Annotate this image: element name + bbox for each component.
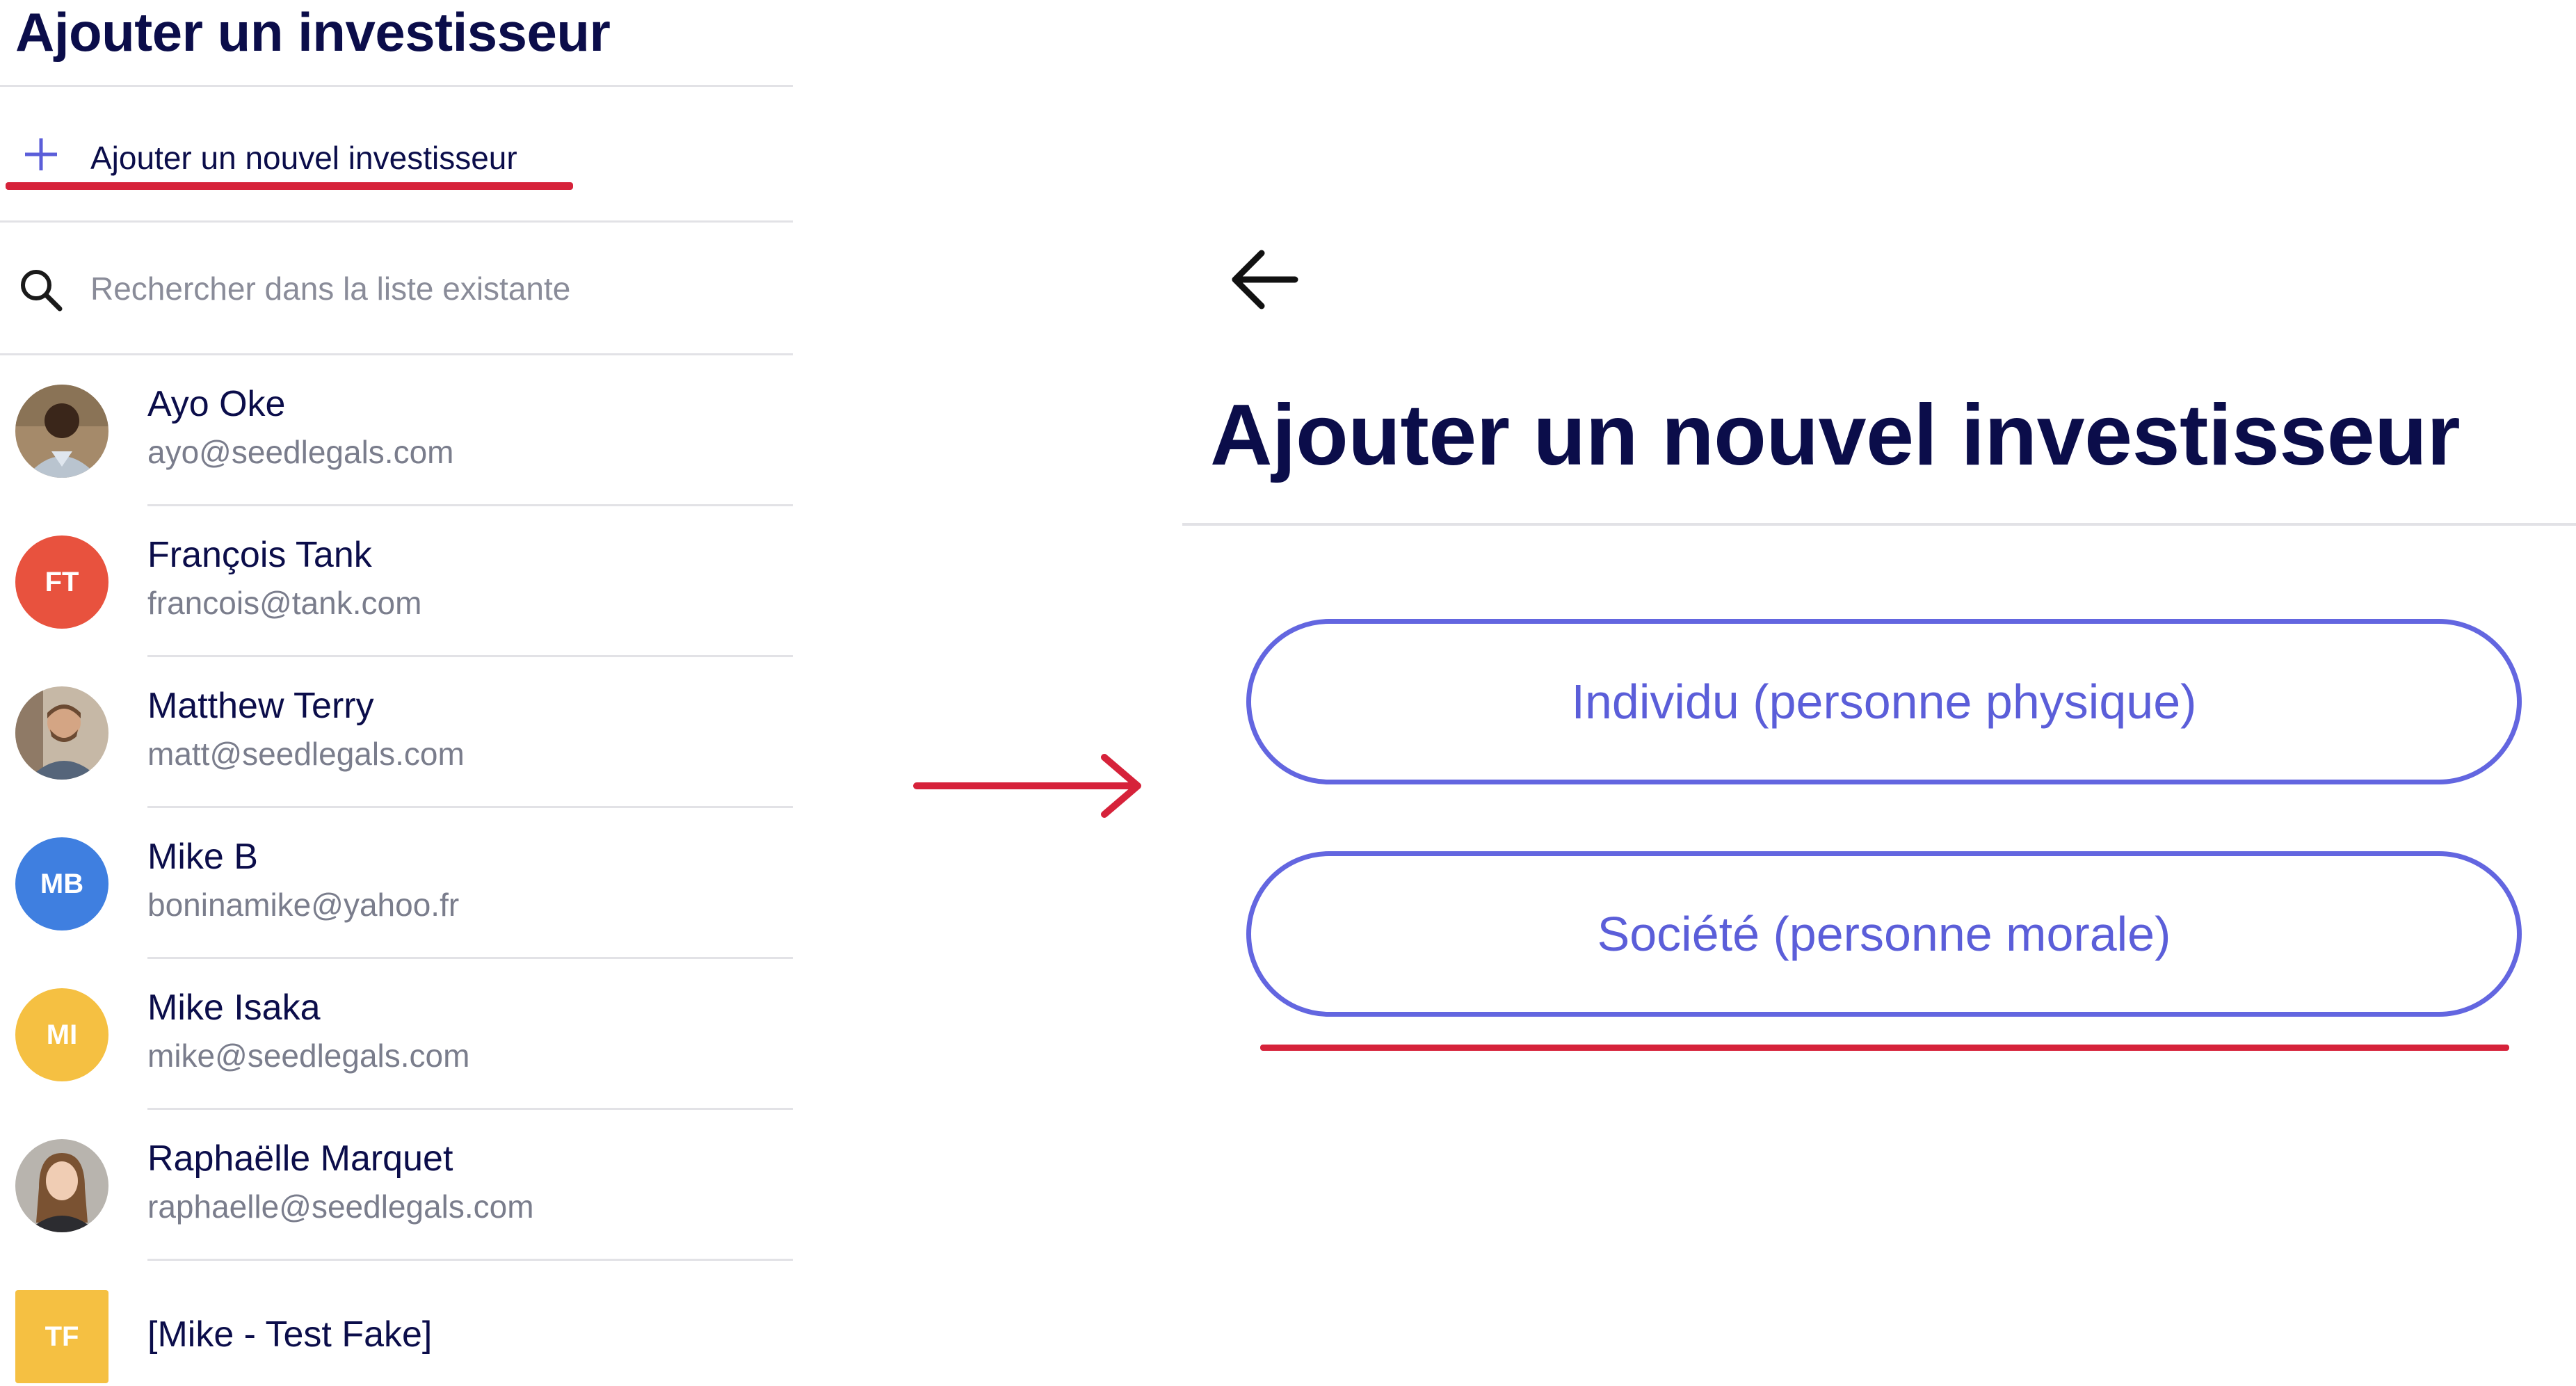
company-option-button[interactable]: Société (personne morale) — [1246, 851, 2522, 1017]
divider — [1182, 523, 2576, 526]
annotation-underline — [1260, 1045, 2509, 1051]
new-investor-type-panel: Ajouter un nouvel investisseur Individu … — [1182, 0, 2576, 1386]
investor-name: Matthew Terry — [147, 686, 374, 726]
investor-name: Ayo Oke — [147, 384, 286, 424]
avatar-initials: MI — [15, 988, 108, 1081]
avatar-photo — [15, 385, 108, 478]
annotation-underline — [6, 182, 573, 190]
avatar-initials: FT — [15, 535, 108, 629]
investor-row-ayo-oke[interactable]: Ayo Oke ayo@seedlegals.com — [0, 355, 793, 506]
investor-email: raphaelle@seedlegals.com — [147, 1188, 534, 1225]
investor-email: ayo@seedlegals.com — [147, 434, 454, 470]
investor-row-test-fake[interactable]: TF [Mike - Test Fake] — [0, 1261, 793, 1386]
investor-row-francois-tank[interactable]: FT François Tank francois@tank.com — [0, 506, 793, 657]
investor-email: mike@seedlegals.com — [147, 1038, 470, 1074]
back-arrow-icon[interactable] — [1225, 245, 1302, 314]
investor-name: Mike Isaka — [147, 988, 321, 1028]
plus-icon — [25, 138, 57, 170]
page-title: Ajouter un investisseur — [15, 1, 611, 63]
avatar-photo — [15, 686, 108, 780]
search-icon — [21, 270, 63, 312]
investor-picker-panel: Ajouter un investisseur Ajouter un nouve… — [0, 0, 793, 1386]
investor-email: francois@tank.com — [147, 585, 422, 621]
avatar-initials: MB — [15, 837, 108, 930]
add-new-investor-button[interactable]: Ajouter un nouvel investisseur — [0, 92, 793, 220]
search-input[interactable] — [90, 264, 716, 313]
avatar-initials: TF — [15, 1290, 108, 1383]
add-new-investor-label: Ajouter un nouvel investisseur — [90, 140, 517, 176]
investor-row-matthew-terry[interactable]: Matthew Terry matt@seedlegals.com — [0, 657, 793, 808]
investor-row-raphaelle-marquet[interactable]: Raphaëlle Marquet raphaelle@seedlegals.c… — [0, 1110, 793, 1261]
investor-row-mike-isaka[interactable]: MI Mike Isaka mike@seedlegals.com — [0, 959, 793, 1110]
individual-option-button[interactable]: Individu (personne physique) — [1246, 619, 2522, 784]
investor-name: François Tank — [147, 535, 372, 575]
search-bar — [0, 223, 793, 353]
investor-name: Raphaëlle Marquet — [147, 1138, 453, 1179]
investor-name: Mike B — [147, 837, 258, 877]
avatar-photo — [15, 1139, 108, 1232]
investor-row-mike-b[interactable]: MB Mike B boninamike@yahoo.fr — [0, 808, 793, 959]
annotation-arrow-icon — [913, 754, 1141, 818]
investor-email: boninamike@yahoo.fr — [147, 887, 460, 923]
divider — [0, 85, 793, 87]
investor-email: matt@seedlegals.com — [147, 736, 465, 772]
investor-name: [Mike - Test Fake] — [147, 1314, 433, 1355]
page-title: Ajouter un nouvel investisseur — [1210, 387, 2461, 483]
